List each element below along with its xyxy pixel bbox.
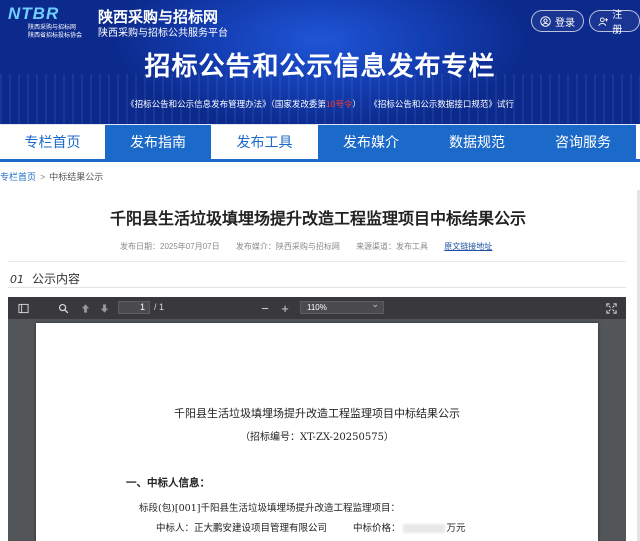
user-add-icon (598, 16, 609, 26)
logo-text-line2: 陕西省招标投标协会 (28, 33, 83, 39)
logo-text-line1: 陕西采购与招标网 (28, 25, 77, 31)
section-divider (8, 287, 626, 288)
redacted-price (402, 524, 445, 533)
logo-mark: NTBR (8, 4, 60, 23)
article-title: 千阳县生活垃圾填埋场提升改造工程监理项目中标结果公示 (109, 211, 526, 228)
arrow-down-icon (100, 303, 108, 313)
document-title: 千阳县生活垃圾填埋场提升改造工程监理项目中标结果公示 (174, 407, 460, 420)
document-winner-line: 中标人：正大鹏安建设项目管理有限公司 中标价格： 万元 (156, 520, 466, 534)
section-number: 01 (10, 273, 24, 286)
main-nav: 专栏首页 发布指南 发布工具 发布媒介 数据规范 咨询服务 (0, 124, 640, 162)
search-icon (58, 303, 68, 313)
zoom-in-button[interactable]: + (278, 301, 292, 316)
nav-item-tools[interactable]: 发布工具 (211, 124, 318, 159)
section-title: 公示内容 (32, 272, 81, 286)
site-subtitle: 陕西采购与招标公共服务平台 (98, 28, 228, 39)
pdf-viewer: 1 / 1 − + 110% 千阳县生活垃圾填埋场提升改造工程监理项目中标结果公… (8, 297, 626, 541)
page-number-input[interactable]: 1 (118, 301, 150, 314)
section-heading: 01 公示内容 (10, 270, 80, 287)
document-lot-line: 标段(包)[001]千阳县生活垃圾填埋场提升改造工程监理项目： (139, 503, 400, 514)
title-divider (8, 261, 626, 262)
header-banner: NTBR 陕西采购与招标网 陕西省招标投标协会 陕西采购与招标网 陕西采购与招标… (0, 0, 640, 124)
next-page-button[interactable] (97, 301, 111, 315)
zoom-out-button[interactable]: − (258, 301, 272, 316)
publish-media: 发布媒介：陕西采购与招标网 (235, 242, 340, 251)
pdf-page: 千阳县生活垃圾填埋场提升改造工程监理项目中标结果公示 （招标编号：XT-ZX-2… (36, 323, 598, 541)
notice-text-part2[interactable]: ） 《招标公告和公示数据接口规范》试行 (352, 99, 514, 109)
sidebar-toggle-icon (17, 303, 29, 313)
original-link[interactable]: 原文链接地址 (444, 242, 492, 251)
document-bid-number: （招标编号：XT-ZX-20250575） (240, 432, 394, 443)
nav-item-guide[interactable]: 发布指南 (105, 124, 211, 159)
breadcrumb-separator: > (40, 172, 46, 182)
login-button[interactable]: 登录 (531, 10, 584, 32)
login-label: 登录 (555, 17, 575, 29)
price-label: 中标价格： (353, 523, 401, 534)
site-logo[interactable]: NTBR 陕西采购与招标网 陕西省招标投标协会 (8, 4, 94, 40)
winner-label: 中标人：正大鹏安建设项目管理有限公司 (156, 523, 328, 534)
document-section-heading: 一、中标人信息： (126, 477, 210, 489)
fullscreen-button[interactable] (604, 301, 618, 315)
regulation-link-1[interactable]: 《招标公告和公示信息发布管理办法》（国家发改委第10号令 (126, 99, 352, 109)
find-button[interactable] (56, 301, 70, 315)
pdf-toolbar: 1 / 1 − + 110% (8, 297, 626, 319)
breadcrumb: 专栏首页 > 中标结果公示 (0, 170, 103, 183)
breadcrumb-home-link[interactable]: 专栏首页 (0, 172, 36, 182)
fullscreen-icon (605, 302, 617, 314)
breadcrumb-current: 中标结果公示 (49, 172, 104, 182)
nav-item-media[interactable]: 发布媒介 (318, 124, 424, 159)
nav-item-consult[interactable]: 咨询服务 (530, 124, 636, 159)
user-circle-icon (540, 15, 551, 27)
zoom-select[interactable]: 110% (300, 299, 384, 314)
hero-title: 招标公告和公示信息发布专栏 (144, 51, 496, 81)
article-meta: 发布日期：2025年07月07日 发布媒介：陕西采购与招标网 来源渠道：发布工具… (120, 241, 492, 252)
publish-date: 发布日期：2025年07月07日 (120, 242, 220, 251)
nav-item-data-spec[interactable]: 数据规范 (424, 124, 530, 159)
register-button[interactable]: 注册 (589, 10, 640, 36)
sidebar-toggle-button[interactable] (16, 301, 30, 315)
notice-decree-number: 10号令 (325, 99, 353, 109)
notice-text-part1: 《招标公告和公示信息发布管理办法》（国家发改委第 (126, 99, 326, 109)
previous-page-button[interactable] (78, 301, 92, 315)
nav-item-home[interactable]: 专栏首页 (0, 124, 105, 159)
register-label: 注册 (612, 10, 623, 36)
regulation-notice: 《招标公告和公示信息发布管理办法》（国家发改委第10号令） 《招标公告和公示数据… (0, 98, 640, 110)
source-channel: 来源渠道：发布工具 (356, 242, 429, 251)
price-unit: 万元 (446, 523, 466, 534)
page-count: / 1 (154, 302, 165, 312)
arrow-up-icon (81, 303, 89, 313)
